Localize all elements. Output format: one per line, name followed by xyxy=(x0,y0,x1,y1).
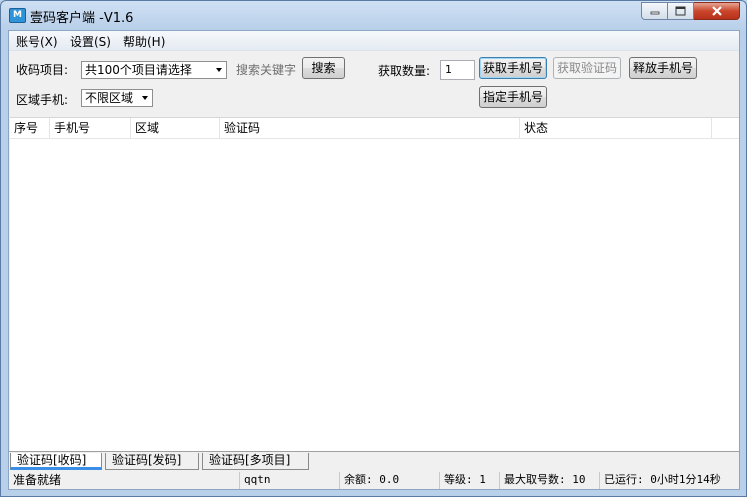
minimize-button[interactable] xyxy=(641,2,668,20)
release-phone-button[interactable]: 释放手机号 xyxy=(629,57,697,79)
region-label: 区域手机: xyxy=(16,93,69,107)
get-phone-button[interactable]: 获取手机号 xyxy=(479,57,547,79)
status-max-numbers: 最大取号数: 10 xyxy=(499,472,599,489)
search-input[interactable]: 搜索关键字 xyxy=(236,61,296,78)
table-header: 序号 手机号 区域 验证码 状态 xyxy=(10,118,739,139)
menu-settings[interactable]: 设置(S) xyxy=(70,33,111,50)
column-header-code[interactable]: 验证码 xyxy=(220,118,520,138)
column-header-region[interactable]: 区域 xyxy=(131,118,220,138)
menu-bar: 账号(X) 设置(S) 帮助(H) xyxy=(9,31,739,51)
column-header-index[interactable]: 序号 xyxy=(10,118,50,138)
menu-account[interactable]: 账号(X) xyxy=(16,33,58,50)
chevron-down-icon xyxy=(142,96,148,100)
column-header-phone[interactable]: 手机号 xyxy=(50,118,131,138)
status-balance: 余额: 0.0 xyxy=(339,472,439,489)
minimize-icon xyxy=(650,11,659,15)
region-select[interactable]: 不限区域 xyxy=(81,89,153,107)
menu-help[interactable]: 帮助(H) xyxy=(123,33,165,50)
status-user: qqtn xyxy=(239,472,339,489)
quantity-label: 获取数量: xyxy=(378,64,431,78)
app-window: M 壹码客户端 -V1.6 账号(X) 设置(S) 帮助(H) 收码项目: 共1… xyxy=(0,0,747,497)
chevron-down-icon xyxy=(216,68,222,72)
maximize-button[interactable] xyxy=(668,2,694,20)
close-button[interactable] xyxy=(694,2,740,20)
tab-send-code[interactable]: 验证码[发码] xyxy=(105,453,199,470)
assign-phone-button[interactable]: 指定手机号 xyxy=(479,86,547,108)
column-header-status[interactable]: 状态 xyxy=(520,118,712,138)
project-label: 收码项目: xyxy=(16,63,69,77)
status-runtime: 已运行: 0小时1分14秒 xyxy=(599,472,729,489)
get-code-button[interactable]: 获取验证码 xyxy=(553,57,621,79)
quantity-input[interactable]: 1 xyxy=(440,60,475,80)
status-bar: 准备就绪 qqtn 余额: 0.0 等级: 1 最大取号数: 10 已运行: 0… xyxy=(9,471,739,489)
close-icon xyxy=(711,5,722,16)
search-button[interactable]: 搜索 xyxy=(302,57,345,79)
window-title: 壹码客户端 -V1.6 xyxy=(30,11,134,26)
project-select-value: 共100个项目请选择 xyxy=(85,63,192,77)
tab-strip: 验证码[收码] 验证码[发码] 验证码[多项目] xyxy=(9,451,739,471)
restore-icon xyxy=(675,6,686,16)
title-bar[interactable]: M 壹码客户端 -V1.6 xyxy=(1,1,746,29)
tab-receive-code[interactable]: 验证码[收码] xyxy=(10,453,102,470)
region-select-value: 不限区域 xyxy=(85,91,134,105)
phone-list-table[interactable]: 序号 手机号 区域 验证码 状态 xyxy=(10,117,739,452)
project-select[interactable]: 共100个项目请选择 xyxy=(81,61,227,79)
client-area: 账号(X) 设置(S) 帮助(H) 收码项目: 共100个项目请选择 搜索关键字… xyxy=(8,30,740,490)
app-icon: M xyxy=(9,8,26,23)
tab-multi-project[interactable]: 验证码[多项目] xyxy=(202,453,309,470)
status-state: 准备就绪 xyxy=(13,473,62,487)
status-level: 等级: 1 xyxy=(439,472,499,489)
